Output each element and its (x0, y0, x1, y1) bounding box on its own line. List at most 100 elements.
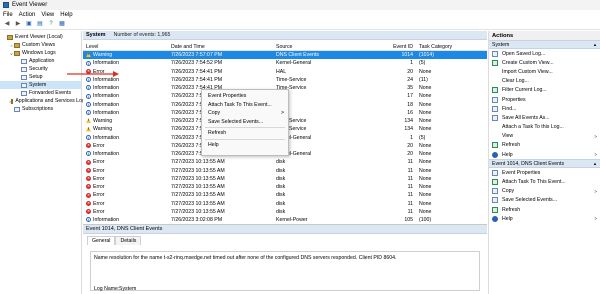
cell-source: HAL (276, 143, 388, 149)
tree-item-system[interactable]: System (0, 81, 81, 89)
cell-source: Time-Service (276, 118, 307, 125)
action-properties[interactable]: Properties (489, 95, 600, 104)
action-import-custom-view[interactable]: Import Custom View... (489, 67, 600, 76)
cell-level-text: Information (93, 217, 119, 224)
column-level[interactable]: Level (83, 44, 171, 50)
help-icon (492, 151, 498, 158)
column-event-id[interactable]: Event ID (388, 44, 416, 50)
action-label: Import Custom View... (502, 68, 553, 75)
action-spacer (492, 78, 498, 84)
action-filter-current-log[interactable]: Filter Current Log... (489, 86, 600, 95)
ctx-event-properties[interactable]: Event Properties (202, 92, 288, 101)
forward-arrow-icon[interactable]: ▶ (14, 20, 22, 28)
show-hide-tree-icon[interactable]: ▤ (36, 20, 44, 28)
action-attach-a-task-to-this-log[interactable]: Attach a Task To this Log... (489, 123, 600, 132)
help-icon[interactable]: ? (47, 20, 55, 28)
submenu-arrow-icon: > (594, 152, 597, 158)
actions-section-event[interactable]: Event 1014, DNS Client Events ▲ (489, 159, 600, 169)
action-event-properties[interactable]: Event Properties (489, 168, 600, 177)
action-spacer (492, 133, 498, 139)
properties-icon[interactable]: ▦ (58, 20, 66, 28)
tree-item-custom-views[interactable]: > Custom Views (0, 41, 81, 49)
cell-task-category: None (419, 126, 432, 133)
error-icon: × (86, 176, 91, 181)
column-task-category[interactable]: Task Category (416, 44, 486, 50)
ctx-attach-task[interactable]: Attach Task To This Event... (202, 101, 288, 110)
menu-help[interactable]: Help (60, 12, 72, 18)
cell-level: ! Warning (83, 118, 171, 124)
action-help[interactable]: Help > (489, 214, 600, 223)
back-arrow-icon[interactable]: ◀ (3, 20, 11, 28)
action-help[interactable]: Help > (489, 150, 600, 159)
ctx-help-label: Help (208, 141, 219, 148)
event-row[interactable]: ! Warning 7/26/2023 7:57:07 PM DNS Client E… (83, 51, 487, 60)
event-row[interactable]: × Error 7/27/2023 10:13:55 AM disk 11 None (83, 158, 487, 166)
information-icon: i (86, 151, 91, 157)
event-row[interactable]: × Error 7/27/2023 10:13:55 AM disk 11 None (83, 208, 487, 216)
actions-pane: Actions System ▲ Open Saved Log... Create… (488, 31, 600, 294)
action-find[interactable]: Find... (489, 104, 600, 113)
cell-event-id: 17 (407, 93, 413, 100)
action-attach-task-to-this-event[interactable]: Attach Task To This Event... (489, 177, 600, 186)
ctx-refresh[interactable]: Refresh (202, 129, 288, 138)
menu-view[interactable]: View (41, 12, 54, 18)
tab-details[interactable]: Details (115, 236, 142, 245)
tree-item-windows-logs[interactable]: v Windows Logs (0, 49, 81, 57)
action-log-icon (492, 105, 498, 112)
menu-bar: File Action View Help (0, 10, 600, 19)
cell-source: Kernel-General (276, 134, 312, 141)
action-log-icon (492, 96, 498, 103)
column-date[interactable]: Date and Time (171, 44, 276, 50)
action-view[interactable]: View > (489, 132, 600, 141)
menu-action[interactable]: Action (19, 12, 36, 18)
action-open-saved-log[interactable]: Open Saved Log... (489, 49, 600, 58)
event-row[interactable]: i Information 7/26/2023 7:54:52 PM Kernel-G… (83, 59, 487, 67)
action-log-icon (492, 50, 498, 57)
folder-icon (11, 98, 14, 104)
action-label: Create Custom View... (502, 59, 554, 66)
cell-level: i Information (83, 110, 171, 116)
action-save-selected-events[interactable]: Save Selected Events... (489, 196, 600, 205)
warning-icon: ! (86, 118, 91, 124)
cell-level-text: Error (93, 192, 105, 199)
event-row[interactable]: × Error 7/27/2023 10:13:55 AM disk 11 None (83, 200, 487, 208)
action-copy[interactable]: Copy > (489, 187, 600, 196)
ctx-help[interactable]: Help (202, 141, 288, 150)
action-refresh[interactable]: Refresh (489, 141, 600, 150)
cell-level: i Information (83, 85, 171, 91)
tab-general[interactable]: General (87, 236, 116, 245)
action-log-icon (492, 197, 498, 204)
cell-event-id: 20 (407, 151, 413, 158)
information-icon: i (86, 134, 91, 140)
column-source[interactable]: Source (276, 44, 388, 50)
tree-item-application[interactable]: Application (0, 57, 81, 65)
tree-item-label: Setup (29, 74, 43, 80)
event-row[interactable]: i Information 7/26/2023 3:02:08 PM Kernel-P… (83, 216, 487, 224)
action-refresh[interactable]: Refresh (489, 205, 600, 214)
actions-section-log[interactable]: System ▲ (489, 40, 600, 49)
tree-item-forwarded-events[interactable]: Forwarded Events (0, 89, 81, 97)
action-clear-log[interactable]: Clear Log... (489, 77, 600, 86)
information-icon: i (86, 217, 91, 223)
up-folder-icon[interactable]: ▣ (25, 20, 33, 28)
menu-file[interactable]: File (3, 12, 13, 18)
event-row[interactable]: × Error 7/27/2023 10:13:55 AM disk 11 None (83, 175, 487, 183)
cell-event-id: 20 (407, 142, 413, 149)
submenu-arrow-icon: > (594, 133, 597, 139)
event-row[interactable]: i Information 7/26/2023 7:54:41 PM Time-Ser… (83, 76, 487, 84)
event-row[interactable]: × Error 7/26/2023 7:54:41 PM HAL 20 None (83, 68, 487, 76)
tree-item-applications-and-services-logs[interactable]: > Applications and Services Logs (0, 97, 87, 105)
event-viewer-app-icon (3, 2, 9, 8)
action-green-icon (492, 59, 498, 66)
action-create-custom-view[interactable]: Create Custom View... (489, 58, 600, 67)
tree-item-subscriptions[interactable]: Subscriptions (0, 105, 81, 113)
action-save-all-events-as[interactable]: Save All Events As... (489, 113, 600, 122)
event-row[interactable]: × Error 7/27/2023 10:13:55 AM disk 11 None (83, 183, 487, 191)
event-row[interactable]: × Error 7/27/2023 10:13:55 AM disk 11 None (83, 167, 487, 175)
collapse-icon: ▲ (593, 42, 597, 47)
event-row[interactable]: × Error 7/27/2023 10:13:55 AM disk 11 None (83, 191, 487, 199)
ctx-copy[interactable]: Copy > (202, 109, 288, 118)
tree-item-event-viewer-local[interactable]: Event Viewer (Local) (0, 33, 81, 41)
cell-date: 7/27/2023 10:13:55 AM (171, 208, 225, 215)
ctx-save-selected[interactable]: Save Selected Events... (202, 118, 288, 127)
